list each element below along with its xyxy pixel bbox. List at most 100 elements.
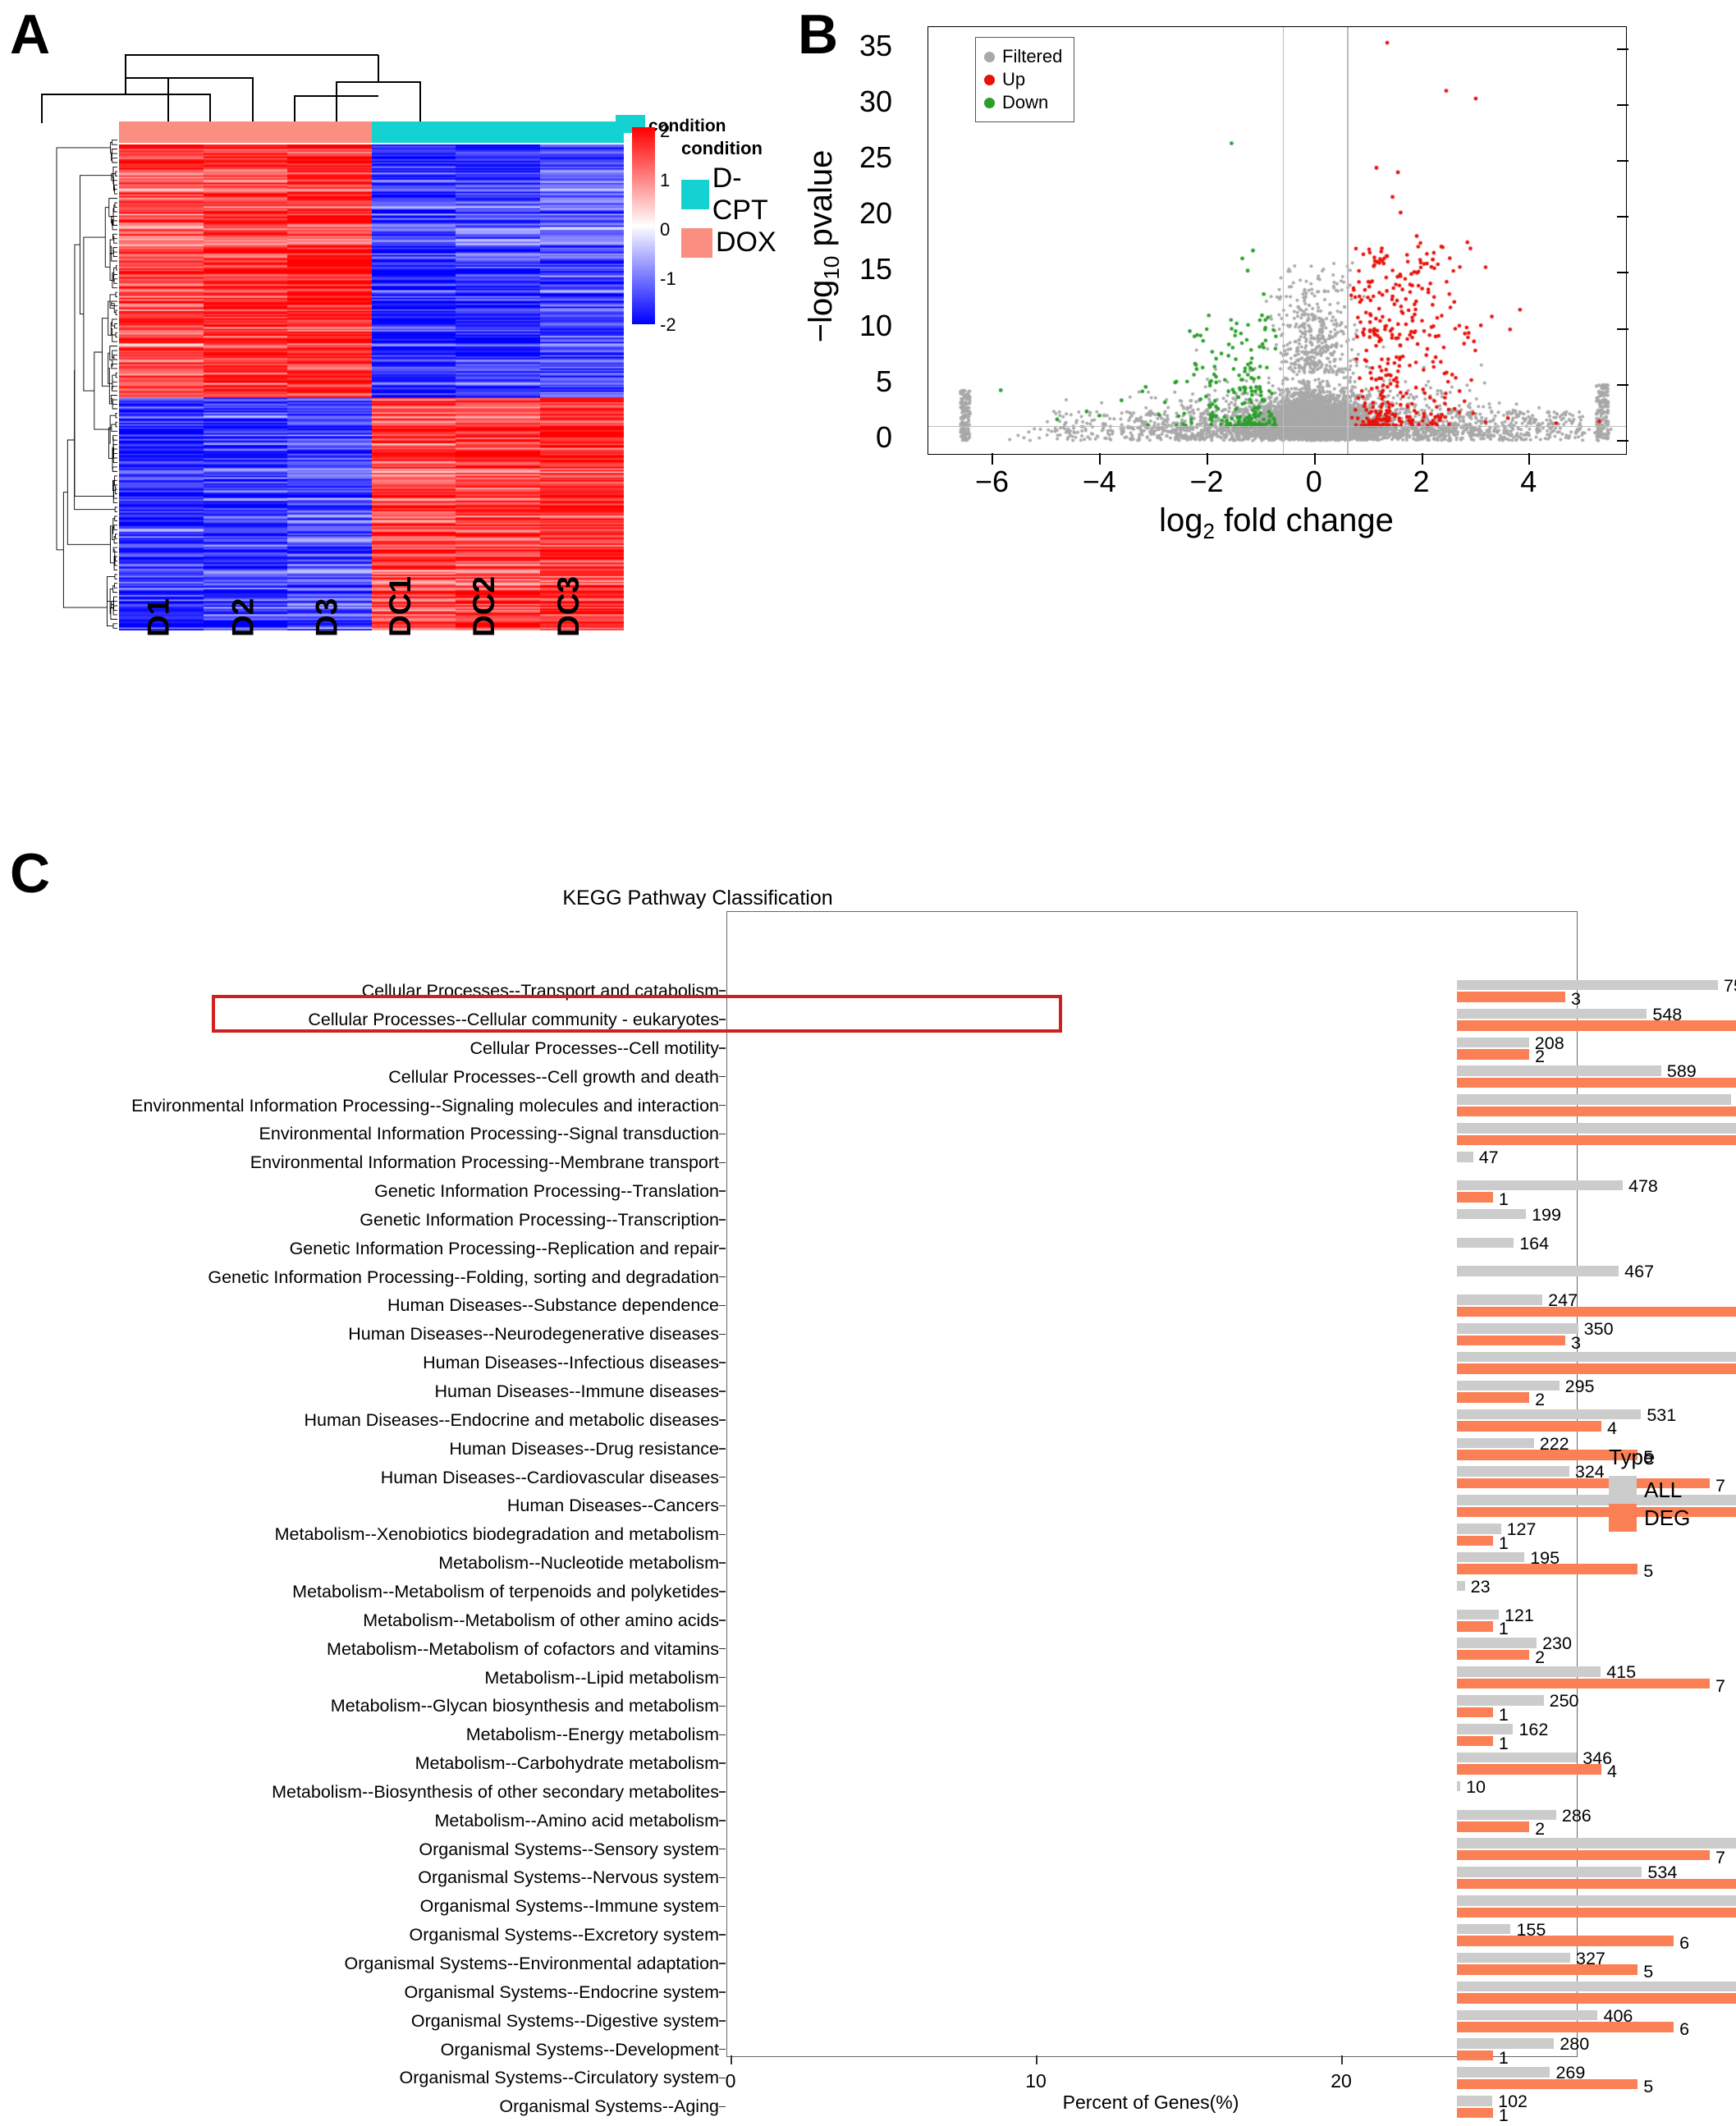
kegg-bar-all [1457,1580,1465,1592]
heatmap-column-d3 [287,144,372,630]
kegg-row: Organismal Systems--Endocrine system8851… [0,1978,1736,2007]
kegg-row: Metabolism--Metabolism of cofactors and … [0,1633,1736,1666]
kegg-row: Organismal Systems--Excretory system 155 6 [0,1920,1736,1953]
y-tick-mark-25 [1617,160,1628,163]
x-tick-mark-4 [1528,453,1531,465]
kegg-x-tick-mark-10 [1036,2055,1037,2064]
kegg-row: Human Diseases--Neurodegenerative diseas… [0,1319,1736,1352]
kegg-row: Organismal Systems--Environmental adapta… [0,1949,1736,1982]
kegg-category-label: Organismal Systems--Environmental adapta… [344,1954,719,1974]
kegg-row: Genetic Information Processing--Folding,… [0,1262,1736,1292]
y-tick-label-35: 35 [859,29,892,63]
kegg-axis-tick [719,1647,726,1650]
kegg-value-all: 230 [1542,1633,1572,1654]
kegg-bar-deg [1457,1993,1736,2004]
kegg-axis-tick [719,1304,726,1307]
kegg-row: Genetic Information Processing--Transcri… [0,1205,1736,1235]
kegg-row-bars: 467 [719,1262,1736,1292]
kegg-value-all: 295 [1564,1376,1595,1396]
kegg-value-all: 47 [1478,1148,1499,1168]
kegg-row: Metabolism--Energy metabolism 162 1 [0,1720,1736,1753]
kegg-category-label: Metabolism--Glycan biosynthesis and meta… [330,1696,719,1716]
kegg-row: Human Diseases--Immune diseases 295 2 [0,1376,1736,1409]
kegg-bar-deg [1457,1878,1736,1890]
kegg-bar-all [1457,1037,1529,1048]
kegg-bar-all [1457,1867,1642,1877]
kegg-axis-tick [719,1419,726,1421]
kegg-category-label: Metabolism--Carbohydrate metabolism [415,1753,719,1774]
kegg-category-label: Metabolism--Nucleotide metabolism [438,1553,719,1574]
column-label-dc3: DC3 [551,575,585,637]
kegg-bar-deg [1457,1192,1493,1203]
kegg-axis-tick [719,2105,726,2108]
panel-a-heatmap: A D1 D2 D3 DC1 DC2 DC3 condition 2 1 0 -… [0,0,788,829]
kegg-bar-deg [1457,992,1566,1002]
kegg-axis-tick [719,1676,726,1679]
kegg-row: Metabolism--Amino acid metabolism 286 2 [0,1806,1736,1839]
panel-c-letter: C [10,842,51,905]
kegg-axis-tick [719,1248,726,1249]
kegg-value-all: 250 [1549,1691,1579,1711]
up-label: Up [1002,69,1026,89]
kegg-axis-tick [719,1905,726,1908]
kegg-bar-deg [1457,1106,1736,1117]
condition-legend-item-dox: DOX [681,227,788,259]
kegg-row: Cellular Processes--Cell motility 208 2 [0,1033,1736,1066]
kegg-value-all: 222 [1539,1433,1569,1454]
kegg-bar-all [1457,1237,1514,1249]
kegg-category-label: Metabolism--Amino acid metabolism [434,1810,720,1830]
kegg-bar-deg [1457,1621,1493,1632]
kegg-bar-deg [1457,1764,1601,1775]
kegg-bar-all [1457,1838,1736,1849]
kegg-category-label: Human Diseases--Cancers [506,1496,719,1516]
y-tick-mark-10 [1617,328,1628,330]
kegg-axis-tick [719,1848,726,1850]
kegg-value-all: 127 [1506,1519,1537,1540]
kegg-bar-all [1457,1895,1736,1906]
kegg-highlight-box [212,994,1062,1033]
kegg-row-bars: 531 4 [719,1405,1736,1438]
condition-legend: condition D-CPT DOX [681,138,788,259]
kegg-bar-deg [1457,1020,1736,1031]
kegg-category-label: Metabolism--Energy metabolism [465,1725,719,1745]
x-tick-label--4: −4 [1082,465,1116,498]
kegg-category-label: Metabolism--Metabolism of cofactors and … [327,1638,719,1659]
kegg-bar-all [1457,1152,1473,1162]
kegg-value-all: 121 [1504,1605,1534,1625]
kegg-row-bars: 10 [719,1776,1736,1807]
kegg-axis-tick [719,1876,726,1879]
kegg-value-all: 478 [1628,1175,1658,1196]
kegg-bar-deg [1457,1707,1493,1718]
kegg-category-label: Genetic Information Processing--Folding,… [208,1267,719,1287]
legend-item-filtered: Filtered [984,46,1062,67]
kegg-bar-all [1457,979,1719,991]
kegg-axis-tick [719,1963,726,1964]
kegg-category-label: Human Diseases--Cardiovascular diseases [380,1467,719,1487]
y-tick-label-10: 10 [859,308,892,342]
kegg-bar-all [1457,1752,1578,1763]
kegg-bar-all [1457,1208,1527,1220]
kegg-value-all: 23 [1470,1576,1491,1597]
kegg-row-bars: 13077 [719,1835,1736,1867]
x-tick-label-4: 4 [1520,465,1537,498]
kegg-bar-deg [1457,1049,1530,1060]
kegg-row: Human Diseases--Substance dependence2478 [0,1290,1736,1320]
kegg-x-tick-label-10: 10 [1025,2070,1047,2092]
kegg-bar-deg [1457,1506,1736,1518]
panel-b-letter: B [798,3,839,66]
kegg-row-bars: 295 2 [719,1376,1736,1409]
kegg-bar-deg [1457,1535,1493,1546]
kegg-bar-all [1457,1981,1736,1992]
kegg-row: Organismal Systems--Immune system10078 [0,1892,1736,1921]
kegg-row-bars: 53410 [719,1863,1736,1892]
y-tick-mark-0 [1617,439,1628,442]
heatmap-column-dc2 [456,144,540,630]
kegg-bar-all [1457,1266,1619,1276]
kegg-axis-tick [719,1276,726,1278]
kegg-value-all: 247 [1548,1290,1578,1311]
kegg-row-bars: 47 [719,1148,1736,1177]
condition-segment-d-cpt-2 [539,121,624,143]
kegg-value-all: 10 [1466,1776,1486,1797]
kegg-category-label: Environmental Information Processing--Si… [259,1124,719,1144]
scale-tick-m1: -1 [660,268,676,289]
